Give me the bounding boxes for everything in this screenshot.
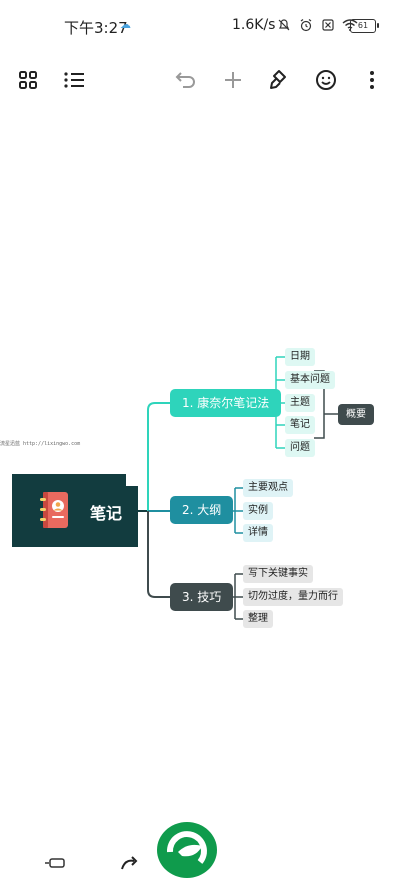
leaf-node[interactable]: 日期	[285, 348, 315, 366]
app-logo-icon	[157, 822, 217, 878]
branch-node-cornell[interactable]: 1. 康奈尔笔记法	[170, 389, 282, 417]
branch-node-outline[interactable]: 2. 大纲	[170, 496, 234, 524]
branch-node-tips[interactable]: 3. 技巧	[170, 583, 234, 611]
page-fold-corner	[126, 474, 138, 486]
leaf-node[interactable]: 基本问题	[285, 371, 335, 389]
leaf-node[interactable]: 主题	[285, 394, 315, 412]
rotate-button[interactable]	[118, 852, 142, 876]
rotate-icon	[121, 856, 138, 870]
leaf-node[interactable]: 笔记	[285, 416, 315, 434]
root-label: 笔记	[90, 504, 123, 523]
nav-back-button[interactable]	[44, 855, 68, 871]
battery-saver-icon	[45, 858, 65, 868]
summary-node[interactable]: 概要	[338, 404, 374, 425]
mindmap-root-node[interactable]: 笔记	[12, 474, 138, 547]
leaf-node[interactable]: 问题	[285, 439, 315, 457]
leaf-node[interactable]: 主要观点	[243, 479, 293, 497]
watermark-text: 流星迅蓝 http://lixingwo.com	[0, 441, 81, 447]
leaf-node[interactable]: 详情	[243, 524, 273, 542]
leaf-node[interactable]: 写下关键事实	[243, 565, 313, 583]
notebook-icon	[40, 492, 68, 528]
leaf-node[interactable]: 切勿过度，量力而行	[243, 588, 343, 606]
leaf-node[interactable]: 整理	[243, 610, 273, 628]
leaf-node[interactable]: 实例	[243, 502, 273, 520]
